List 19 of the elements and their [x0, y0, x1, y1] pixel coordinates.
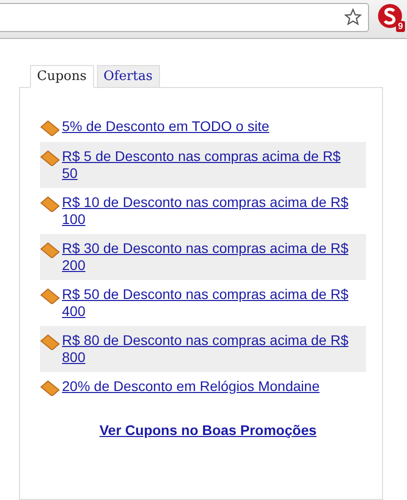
tag-icon [40, 288, 60, 304]
tag-icon [40, 380, 60, 396]
notification-badge: 9 [396, 21, 405, 32]
tab[interactable]: Ofertas [96, 65, 160, 88]
coupon-link[interactable]: R$ 30 de Desconto nas compras acima de R$ 200 [62, 240, 354, 274]
coupon-link[interactable]: 20% de Desconto em Relógios Mondaine [62, 378, 320, 395]
coupon-link[interactable]: R$ 80 de Desconto nas compras acima de R$ 800 [62, 332, 354, 366]
tag-icon [40, 242, 60, 258]
footer-link[interactable]: Ver Cupons no Boas Promoções [89, 422, 317, 438]
coupon-link[interactable]: 5% de Desconto em TODO o site [62, 118, 270, 135]
tab[interactable]: Cupons [30, 65, 94, 88]
tag-icon [40, 196, 60, 212]
coupon-link[interactable]: R$ 50 de Desconto nas compras acima de R$ 400 [62, 286, 354, 320]
star-icon[interactable] [344, 8, 362, 26]
tag-icon [40, 150, 60, 166]
coupon-link[interactable]: R$ 5 de Desconto nas compras acima de R$ 50 [62, 148, 354, 182]
tag-icon [40, 120, 60, 136]
coupon-link[interactable]: R$ 10 de Desconto nas compras acima de R$ 100 [62, 194, 354, 228]
tag-icon [40, 334, 60, 350]
